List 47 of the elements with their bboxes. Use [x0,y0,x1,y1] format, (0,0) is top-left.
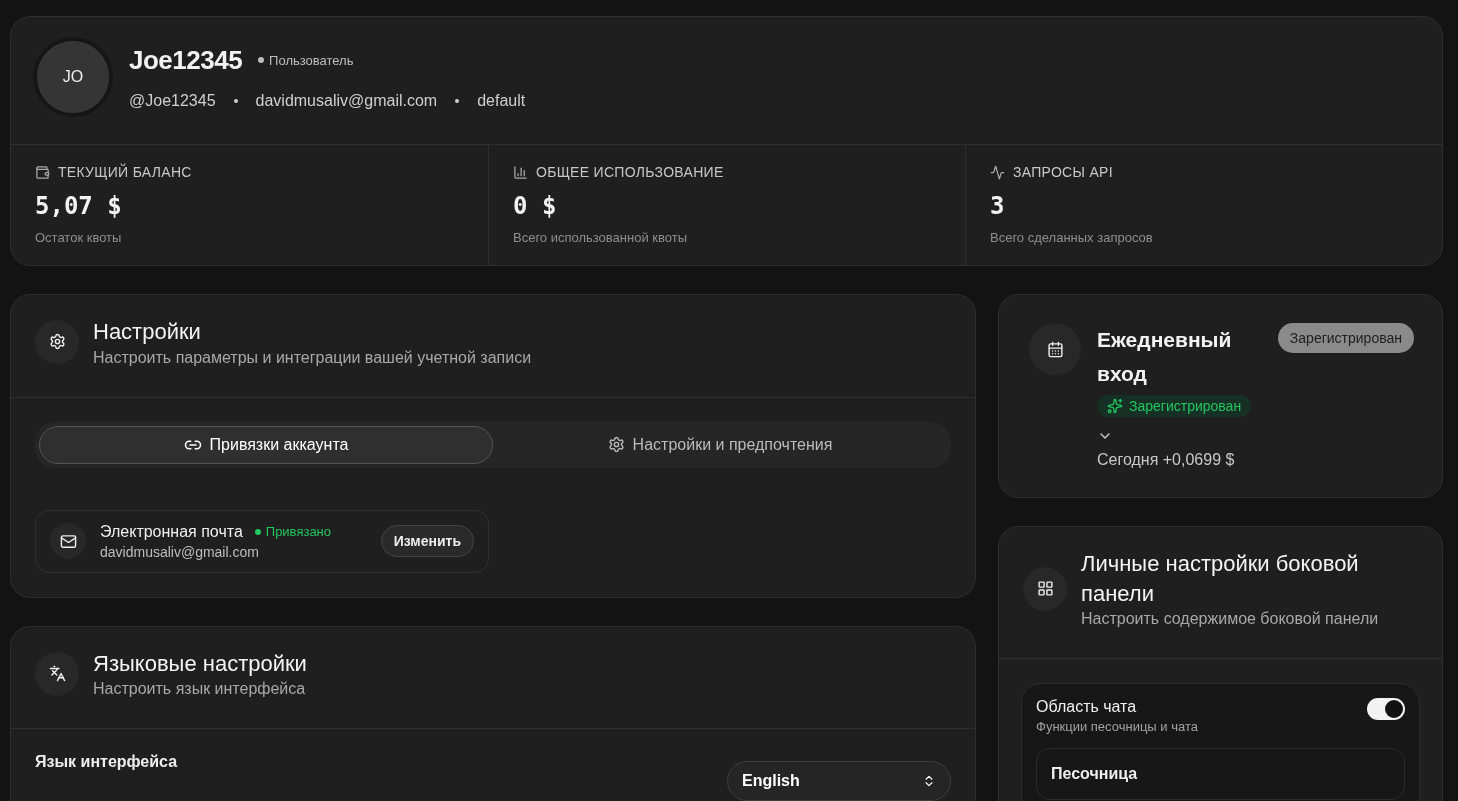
section-title: Настройки [93,318,202,346]
today-reward: Сегодня +0,0699 $ [1097,451,1236,469]
toggle-switch[interactable] [1367,698,1405,721]
section-subtitle: Настроить параметры и интеграции вашей учетной записи [93,348,532,367]
chart-icon [513,164,528,180]
stat-label: ТЕКУЩИЙ БАЛАНС [58,164,192,180]
section-title: Личные настройки боковой панели [1081,550,1360,608]
mail-icon [50,523,86,560]
checkin-status: Зарегистрирован [1097,395,1252,417]
binding-label: Электронная почта [100,522,243,541]
user-group: default [477,91,526,110]
pulse-icon [990,164,1005,180]
user-handle: @Joe12345 [129,91,216,110]
toggle-label: Область чата [1036,698,1138,717]
toggle-description: Функции песочницы и чата [1036,719,1198,735]
settings-icon [607,436,625,454]
section-title: Языковые настройки [93,649,307,678]
stat-note: Остаток квоты [35,230,123,245]
stat-value: 5,07 $ [35,192,123,220]
field-label: Язык интерфейса [35,753,178,772]
stat-label: ОБЩЕЕ ИСПОЛЬЗОВАНИЕ [536,164,724,180]
tab[interactable]: Привязки аккаунта [39,425,493,464]
grid-icon [1023,566,1067,611]
binding-value: davidmusaliv@gmail.com [100,543,260,560]
tab[interactable]: Настройки и предпочтения [493,425,947,464]
user-email: davidmusaliv@gmail.com [255,91,438,110]
wallet-icon [35,164,50,180]
user-role: Пользователь [258,52,354,68]
change-button[interactable]: Изменить [380,525,474,558]
stat-label: ЗАПРОСЫ API [1013,164,1113,180]
stat-value: 3 [990,192,1006,220]
language-select[interactable]: English [727,761,951,801]
sparkle-icon [1107,398,1123,414]
stat-note: Всего сделанных запросов [990,230,1154,245]
stat-value: 0 $ [513,192,558,220]
avatar: JO [33,37,113,117]
settings-icon [35,319,79,364]
section-subtitle: Настроить содержимое боковой панели [1081,610,1380,629]
status-badge: Зарегистрирован [1277,323,1414,353]
checkin-title: Ежедневный вход [1097,327,1233,387]
calendar-icon [1029,323,1081,375]
sub-item: Песочница [1036,748,1405,801]
binding-status: Привязано [254,524,332,540]
section-subtitle: Настроить язык интерфейса [93,680,307,699]
translate-icon [35,651,79,696]
user-name: Joe12345 [129,44,243,76]
stat-note: Всего использованной квоты [513,230,688,245]
